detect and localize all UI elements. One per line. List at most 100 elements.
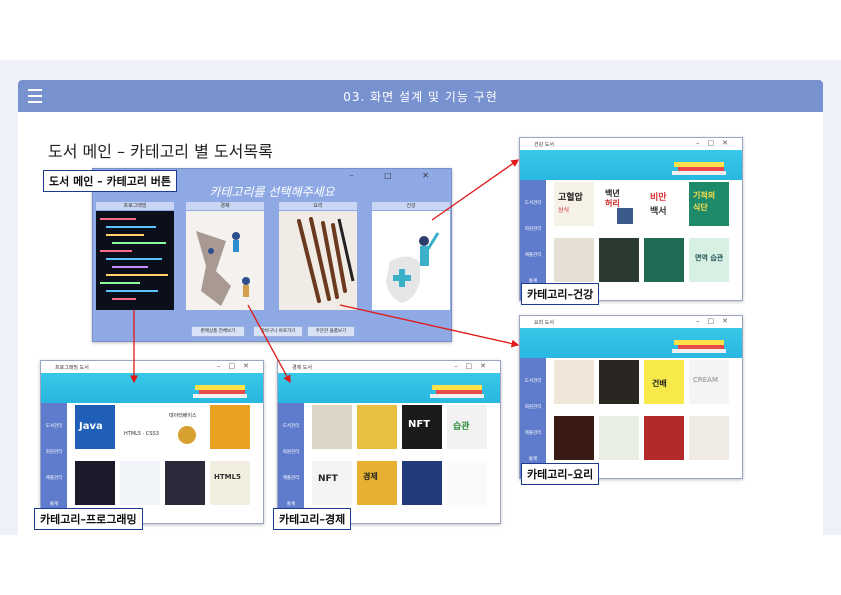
main-category-window: – □ ✕ 카테고리를 선택해주세요 프로그래밍 경제 요리 건강 판매상품 전… [92, 168, 452, 342]
cooking-books-window: 요리 도서 –□✕ 도서관리 회원관리 매출관리 통계 건배 CREAM [519, 315, 743, 479]
svg-text:NFT: NFT [408, 419, 430, 430]
book-cover[interactable]: 백년 허리 [599, 182, 639, 226]
window-titlebar: 요리 도서 –□✕ [520, 316, 742, 328]
book-cover[interactable]: 면역 습관 [689, 238, 729, 282]
svg-text:식단: 식단 [693, 202, 708, 212]
svg-text:기적의: 기적의 [693, 190, 715, 200]
book-cover[interactable] [599, 238, 639, 282]
svg-text:HTML5 · CSS3: HTML5 · CSS3 [124, 431, 159, 437]
window-controls[interactable]: –□✕ [454, 362, 494, 370]
book-cover[interactable] [75, 461, 115, 505]
economy-image [186, 211, 264, 310]
window-title: 경제 도서 [292, 365, 312, 371]
book-cover[interactable] [312, 405, 352, 449]
book-cover[interactable] [120, 461, 160, 505]
book-cover[interactable]: 경제 [357, 461, 397, 505]
economy-books-window: 경제 도서 –□✕ 도서관리 회원관리 매출관리 통계 NFT 습관 NFT 경제 [277, 360, 501, 524]
window-banner [41, 373, 263, 403]
label-main: 도서 메인 – 카테고리 버튼 [43, 170, 178, 192]
window-sidebar[interactable]: 도서관리 회원관리 매출관리 통계 [520, 358, 546, 478]
book-cover[interactable]: 데이터베이스 [165, 405, 205, 449]
window-controls[interactable]: – □ ✕ [350, 171, 443, 180]
book-cover[interactable] [644, 416, 684, 460]
book-cover[interactable]: 기적의식단 [689, 182, 729, 226]
svg-text:HTML5: HTML5 [214, 473, 241, 481]
window-controls[interactable]: –□✕ [217, 362, 257, 370]
book-cover[interactable]: HTML5 · CSS3 [120, 405, 160, 449]
category-title: 건강 [372, 202, 450, 210]
window-sidebar[interactable]: 도서관리 회원관리 매출관리 통계 [41, 403, 67, 523]
category-health[interactable]: 건강 [372, 202, 450, 310]
window-titlebar: 건강 도서 –□✕ [520, 138, 742, 150]
book-cover[interactable]: 비만백서 [644, 182, 684, 226]
book-cover[interactable] [447, 461, 487, 505]
window-title: 요리 도서 [534, 320, 554, 326]
header-title: 03. 화면 설계 및 기능 구현 [343, 90, 498, 104]
book-cover[interactable] [599, 416, 639, 460]
page-heading: 도서 메인 – 카테고리 별 도서목록 [48, 142, 273, 161]
utensils-icon [297, 217, 355, 303]
book-cover[interactable] [554, 416, 594, 460]
svg-text:경제: 경제 [363, 471, 378, 481]
programming-books-window: 프로그래밍 도서 –□✕ 도서관리 회원관리 매출관리 통계 Java HTML5 ·… [40, 360, 264, 524]
window-banner [520, 150, 742, 180]
book-cover[interactable]: 습관 [447, 405, 487, 449]
label-health: 카테고리–건강 [521, 283, 600, 305]
books-stack-icon [672, 162, 726, 175]
svg-text:허리: 허리 [605, 198, 620, 208]
svg-text:백서: 백서 [650, 205, 667, 217]
window-titlebar: 경제 도서 –□✕ [278, 361, 500, 373]
svg-text:고혈압: 고혈압 [558, 191, 584, 203]
book-cover[interactable]: 건배 [644, 360, 684, 404]
book-cover[interactable] [357, 405, 397, 449]
label-programming: 카테고리–프로그래밍 [34, 508, 143, 530]
book-cover[interactable] [554, 238, 594, 282]
puzzle-people-icon [196, 231, 250, 306]
svg-text:습관: 습관 [453, 420, 470, 432]
books-stack-icon [193, 385, 247, 398]
book-cover[interactable]: HTML5 [210, 461, 250, 505]
book-cover[interactable] [165, 461, 205, 505]
category-cooking[interactable]: 요리 [279, 202, 357, 310]
book-cover[interactable] [402, 461, 442, 505]
book-cover[interactable] [689, 416, 729, 460]
window-banner [520, 328, 742, 358]
book-cover[interactable]: NFT [402, 405, 442, 449]
window-sidebar[interactable]: 도서관리 회원관리 매출관리 통계 [278, 403, 304, 523]
book-cover[interactable] [644, 238, 684, 282]
category-economy[interactable]: 경제 [186, 202, 264, 310]
category-title: 요리 [279, 202, 357, 210]
window-title: 프로그래밍 도서 [55, 365, 89, 371]
svg-text:건배: 건배 [652, 378, 667, 388]
health-shield-icon [386, 232, 440, 303]
svg-text:NFT: NFT [318, 474, 339, 484]
svg-text:데이터베이스: 데이터베이스 [169, 412, 197, 419]
books-stack-icon [672, 340, 726, 353]
book-cover[interactable]: NFT [312, 461, 352, 505]
svg-text:상식: 상식 [558, 206, 569, 214]
code-image [96, 211, 174, 310]
label-cooking: 카테고리–요리 [521, 463, 600, 485]
book-cover[interactable] [210, 405, 250, 449]
code-lines-icon [100, 218, 168, 300]
book-cover[interactable] [554, 360, 594, 404]
svg-text:면역 습관: 면역 습관 [695, 253, 724, 262]
book-cover[interactable]: 고혈압상식 [554, 182, 594, 226]
window-controls[interactable]: –□✕ [696, 317, 736, 325]
book-cover[interactable]: Java [75, 405, 115, 449]
category-title: 프로그래밍 [96, 202, 174, 210]
svg-text:CREAM: CREAM [693, 376, 718, 384]
book-cover[interactable] [599, 360, 639, 404]
view-all-products-button[interactable]: 판매상품 전체보기 [191, 326, 245, 337]
go-to-cart-button[interactable]: 장바구니 바로가기 [253, 326, 303, 337]
view-orders-button[interactable]: 주문한 물품보기 [307, 326, 355, 337]
header-bar: 03. 화면 설계 및 기능 구현 [18, 80, 823, 112]
category-programming[interactable]: 프로그래밍 [96, 202, 174, 310]
svg-text:비만: 비만 [650, 191, 667, 203]
svg-text:Java: Java [78, 421, 103, 432]
health-books-window: 건강 도서 –□✕ 도서관리 회원관리 매출관리 통계 고혈압상식 백년 허리 비만백서… [519, 137, 743, 301]
window-sidebar[interactable]: 도서관리 회원관리 매출관리 통계 [520, 180, 546, 300]
cooking-image [279, 211, 357, 310]
book-cover[interactable]: CREAM [689, 360, 729, 404]
window-controls[interactable]: –□✕ [696, 139, 736, 147]
